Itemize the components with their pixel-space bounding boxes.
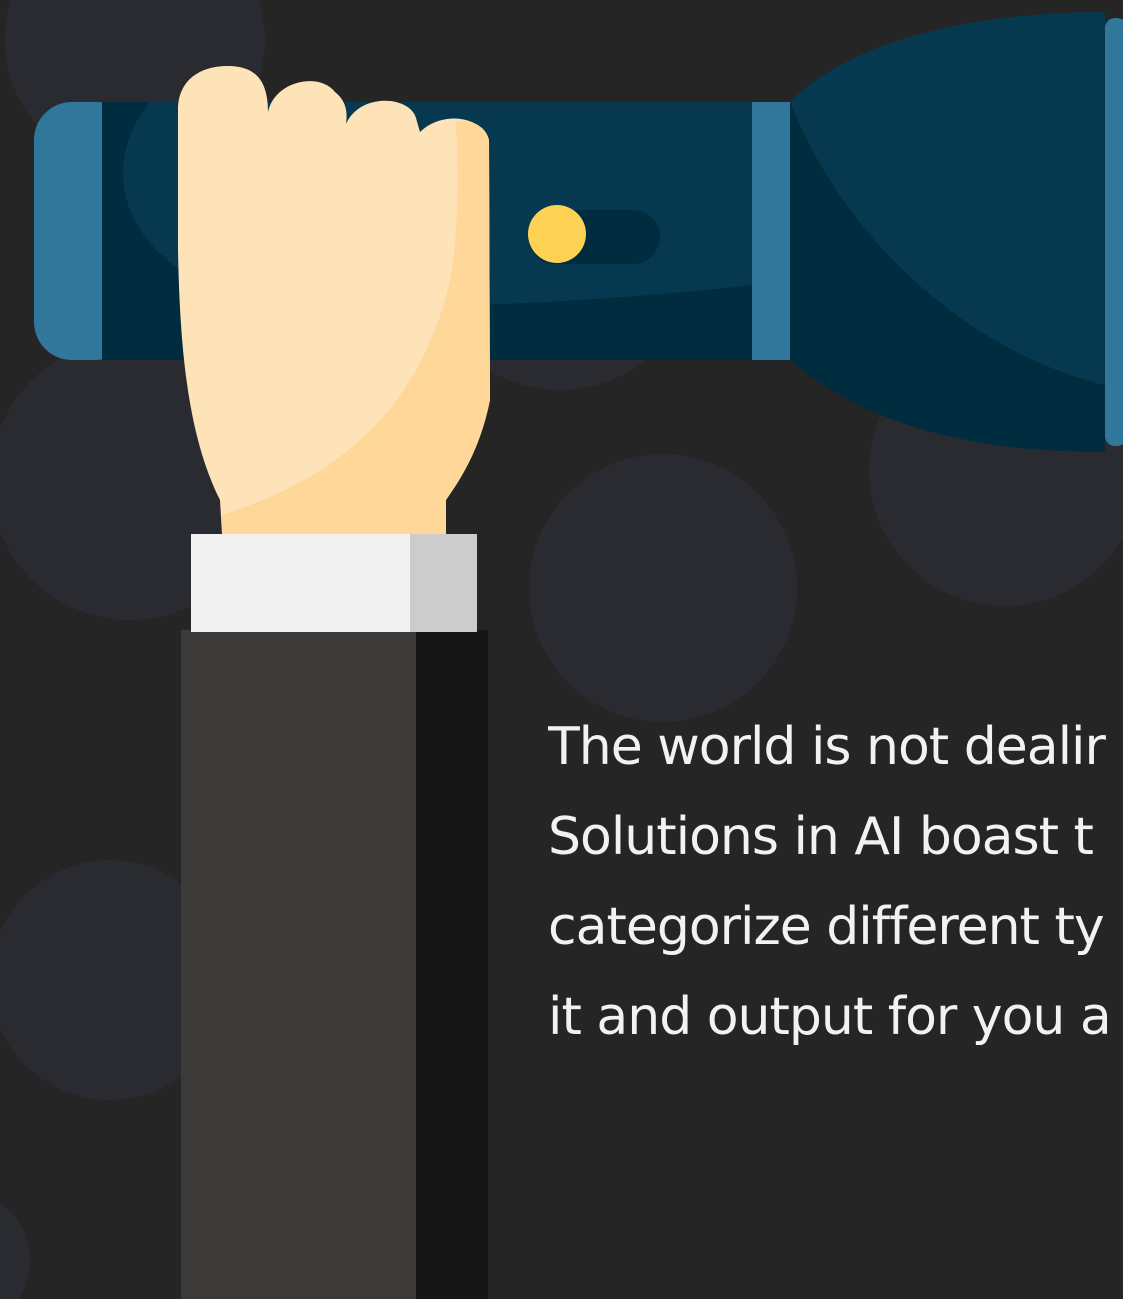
bg-circle	[0, 1202, 30, 1299]
flashlight-lens-rim	[1105, 18, 1123, 446]
hand	[178, 66, 490, 534]
body-text: The world is not dealir Solutions in AI …	[548, 702, 1123, 1062]
body-text-line-3: categorize different ty	[548, 897, 1105, 957]
flashlight-collar	[752, 102, 790, 360]
sleeve	[181, 630, 417, 1299]
shirt-cuff	[191, 534, 411, 632]
body-text-line-4: it and output for you a	[548, 987, 1112, 1047]
switch-button	[528, 205, 586, 263]
body-text-line-2: Solutions in AI boast t	[548, 807, 1094, 867]
bg-circle	[529, 454, 797, 722]
sleeve-shadow	[416, 630, 488, 1299]
flashlight-hand-illustration	[0, 0, 1123, 1299]
shirt-cuff-shadow	[410, 534, 477, 632]
page-canvas: The world is not dealir Solutions in AI …	[0, 0, 1123, 1299]
body-text-line-1: The world is not dealir	[548, 717, 1106, 777]
arm	[181, 534, 488, 1299]
